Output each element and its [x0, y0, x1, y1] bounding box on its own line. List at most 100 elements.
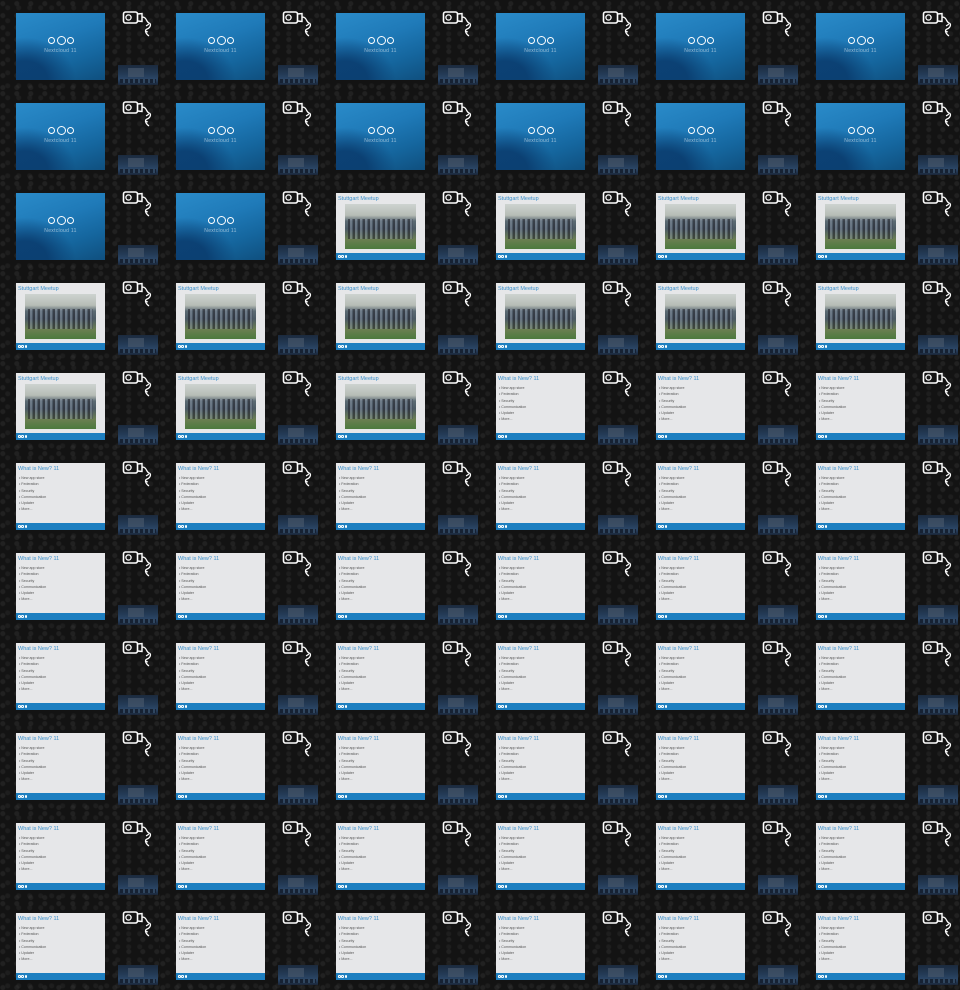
camera-feed: [598, 335, 638, 355]
camera-plug-icon: [122, 461, 152, 487]
camera-feed: [758, 245, 798, 265]
nextcloud-logo-icon: [658, 885, 667, 888]
slide-title: What is New? 11: [818, 556, 860, 562]
feature-list: New app store Federation Security Commun…: [179, 475, 206, 513]
nextcloud-logo-icon: [338, 525, 347, 528]
slide-title: What is New? 11: [818, 826, 860, 832]
video-frame: What is New? 11 New app store Federation…: [320, 630, 480, 720]
video-frame: Stuttgart Meetup: [320, 180, 480, 270]
slide-title: What is New? 11: [178, 646, 220, 652]
slide-footer: [176, 343, 265, 350]
video-frame: What is New? 11 New app store Federation…: [640, 630, 800, 720]
slide-footer: [496, 433, 585, 440]
slide-footer: [496, 973, 585, 980]
camera-feed: [598, 155, 638, 175]
list-item: More...: [179, 506, 206, 512]
slide-title: Stuttgart Meetup: [338, 376, 379, 382]
slide-brand: Nextcloud 11: [204, 48, 237, 54]
nextcloud-logo-icon: [338, 255, 347, 258]
video-frame: Nextcloud 11: [800, 0, 960, 90]
slide-title: What is New? 11: [498, 916, 540, 922]
video-frame: Nextcloud 11: [800, 90, 960, 180]
photo-slide: Stuttgart Meetup: [176, 283, 265, 350]
camera-plug-icon: [122, 731, 152, 757]
slide-brand: Nextcloud 11: [364, 48, 397, 54]
nextcloud-logo-icon: [178, 975, 187, 978]
nextcloud-logo-icon: [178, 435, 187, 438]
camera-plug-icon: [282, 461, 312, 487]
camera-plug-icon: [922, 11, 952, 37]
slide-footer: [816, 883, 905, 890]
slide-title: What is New? 11: [818, 916, 860, 922]
list-slide: What is New? 11 New app store Federation…: [176, 643, 265, 710]
video-frame: Nextcloud 11: [0, 0, 160, 90]
video-frame: Nextcloud 11: [320, 0, 480, 90]
photo-slide: Stuttgart Meetup: [16, 283, 105, 350]
camera-feed: [278, 155, 318, 175]
camera-feed: [118, 245, 158, 265]
slide-footer: [16, 433, 105, 440]
slide-brand: Nextcloud 11: [44, 138, 77, 144]
camera-feed: [118, 965, 158, 985]
camera-feed: [918, 245, 958, 265]
camera-feed: [598, 965, 638, 985]
camera-plug-icon: [602, 551, 632, 577]
camera-feed: [598, 605, 638, 625]
slide-title: What is New? 11: [658, 466, 700, 472]
camera-feed: [758, 695, 798, 715]
nextcloud-logo-icon: [178, 345, 187, 348]
camera-feed: [118, 605, 158, 625]
nextcloud-logo-icon: [658, 615, 667, 618]
camera-feed: [758, 65, 798, 85]
feature-list: New app store Federation Security Commun…: [339, 925, 366, 963]
list-item: More...: [819, 956, 846, 962]
video-frame: Stuttgart Meetup: [640, 180, 800, 270]
video-frame: What is New? 11 New app store Federation…: [160, 720, 320, 810]
camera-plug-icon: [122, 11, 152, 37]
list-item: More...: [819, 686, 846, 692]
list-item: More...: [339, 776, 366, 782]
camera-plug-icon: [922, 191, 952, 217]
list-slide: What is New? 11 New app store Federation…: [496, 463, 585, 530]
camera-plug-icon: [762, 641, 792, 667]
video-frame: What is New? 11 New app store Federation…: [480, 450, 640, 540]
list-item: More...: [659, 596, 686, 602]
list-slide: What is New? 11 New app store Federation…: [816, 373, 905, 440]
camera-plug-icon: [442, 11, 472, 37]
slide-title: What is New? 11: [658, 736, 700, 742]
nextcloud-logo-icon: [658, 525, 667, 528]
slide-footer: [336, 433, 425, 440]
camera-feed: [278, 245, 318, 265]
camera-plug-icon: [442, 281, 472, 307]
nextcloud-logo-icon: [498, 615, 507, 618]
group-photo: [505, 204, 576, 249]
slide-footer: [16, 973, 105, 980]
feature-list: New app store Federation Security Commun…: [659, 835, 686, 873]
list-slide: What is New? 11 New app store Federation…: [336, 823, 425, 890]
photo-slide: Stuttgart Meetup: [336, 283, 425, 350]
video-frame: What is New? 11 New app store Federation…: [0, 810, 160, 900]
photo-slide: Stuttgart Meetup: [16, 373, 105, 440]
camera-feed: [918, 965, 958, 985]
camera-feed: [278, 695, 318, 715]
list-item: More...: [499, 776, 526, 782]
list-slide: What is New? 11 New app store Federation…: [336, 733, 425, 800]
group-photo: [825, 204, 896, 249]
video-frame: Stuttgart Meetup: [800, 270, 960, 360]
camera-feed: [758, 965, 798, 985]
feature-list: New app store Federation Security Commun…: [499, 655, 526, 693]
feature-list: New app store Federation Security Commun…: [659, 745, 686, 783]
nextcloud-logo-icon: [338, 795, 347, 798]
slide-title: Stuttgart Meetup: [338, 286, 379, 292]
camera-feed: [438, 65, 478, 85]
camera-feed: [918, 65, 958, 85]
camera-plug-icon: [122, 281, 152, 307]
video-frame: What is New? 11 New app store Federation…: [0, 720, 160, 810]
video-frame: Stuttgart Meetup: [0, 270, 160, 360]
video-frame: Nextcloud 11: [640, 0, 800, 90]
camera-plug-icon: [442, 641, 472, 667]
nextcloud-logo-icon: [178, 705, 187, 708]
camera-plug-icon: [122, 821, 152, 847]
slide-footer: [16, 883, 105, 890]
camera-plug-icon: [762, 11, 792, 37]
